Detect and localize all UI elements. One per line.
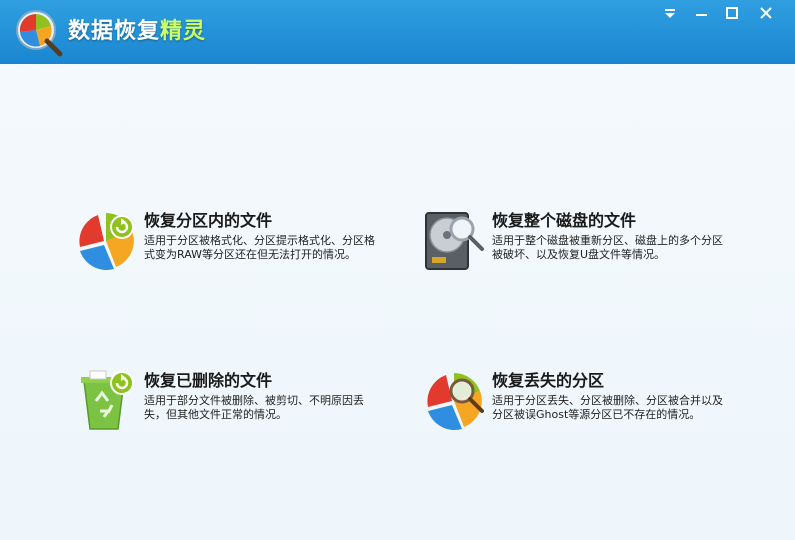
maximize-button[interactable] xyxy=(718,3,746,25)
option-title: 恢复丢失的分区 xyxy=(492,371,605,390)
option-title: 恢复分区内的文件 xyxy=(144,211,273,230)
option-description: 适用于分区被格式化、分区提示格式化、分区格式变为RAW等分区还在但无法打开的情况… xyxy=(144,234,375,261)
close-icon xyxy=(760,7,772,19)
close-button[interactable] xyxy=(752,3,780,25)
minimize-button[interactable] xyxy=(688,3,716,25)
pie-chart-magnifier-icon xyxy=(427,373,484,431)
app-title: 数据恢复精灵 xyxy=(68,19,207,44)
option-description: 适用于部分文件被删除、被剪切、不明原因丢失，但其他文件正常的情况。 xyxy=(144,394,364,421)
recover-disk-files-option[interactable]: 恢复整个磁盘的文件 适用于整个磁盘被重新分区、磁盘上的多个分区被破坏、以及恢复U… xyxy=(424,207,764,297)
option-title: 恢复已删除的文件 xyxy=(144,371,273,390)
recycle-bin-refresh-icon xyxy=(81,370,134,430)
minimize-icon xyxy=(696,14,707,16)
dropdown-menu-button[interactable] xyxy=(656,3,684,25)
recover-deleted-files-option[interactable]: 恢复已删除的文件 适用于部分文件被删除、被剪切、不明原因丢失，但其他文件正常的情… xyxy=(76,367,416,457)
option-description: 适用于整个磁盘被重新分区、磁盘上的多个分区被破坏、以及恢复U盘文件等情况。 xyxy=(492,234,723,261)
hard-disk-magnifier-icon xyxy=(425,212,484,270)
option-title: 恢复整个磁盘的文件 xyxy=(492,211,637,230)
option-description: 适用于分区丢失、分区被删除、分区被合并以及分区被误Ghost等源分区已不存在的情… xyxy=(492,394,723,421)
main-content: 恢复分区内的文件 适用于分区被格式化、分区提示格式化、分区格式变为RAW等分区还… xyxy=(0,64,795,540)
title-bar: 数据恢复精灵 xyxy=(0,0,795,64)
recover-lost-partition-option[interactable]: 恢复丢失的分区 适用于分区丢失、分区被删除、分区被合并以及分区被误Ghost等源… xyxy=(424,367,764,457)
pie-chart-refresh-icon xyxy=(79,213,134,271)
maximize-icon xyxy=(726,7,738,19)
dropdown-menu-icon xyxy=(665,9,675,18)
recover-partition-files-option[interactable]: 恢复分区内的文件 适用于分区被格式化、分区提示格式化、分区格式变为RAW等分区还… xyxy=(76,207,416,297)
app-logo-icon xyxy=(16,10,63,57)
